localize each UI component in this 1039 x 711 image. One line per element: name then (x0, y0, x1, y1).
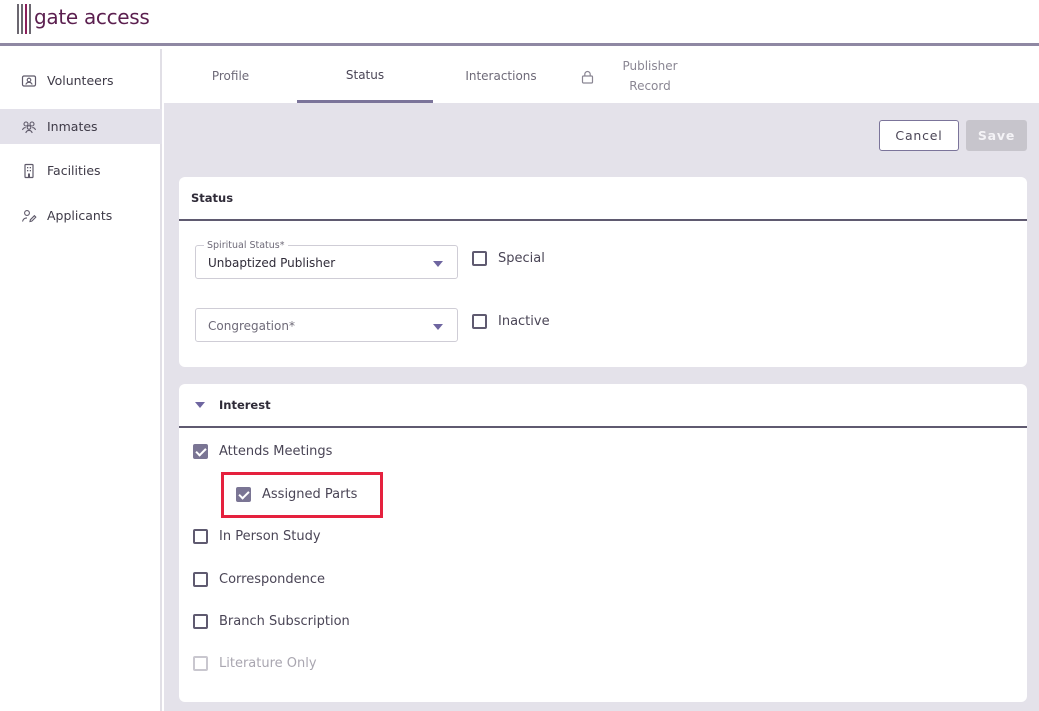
special-checkbox[interactable]: Special (472, 251, 545, 266)
checkbox-label: In Person Study (219, 529, 321, 544)
inactive-checkbox[interactable]: Inactive (472, 314, 550, 329)
card-title: Status (191, 191, 234, 205)
status-card-header: Status (179, 177, 1027, 221)
checkbox-box[interactable] (193, 444, 208, 459)
logo-text: gate access (34, 5, 150, 29)
attends-meetings-checkbox[interactable]: Attends Meetings (193, 444, 332, 459)
select-label: Spiritual Status* (204, 240, 288, 251)
sidebar-item-label: Applicants (47, 208, 113, 223)
tab-bar: Profile Status Interactions Publisher Re… (164, 49, 1039, 103)
tab-status[interactable]: Status (297, 49, 433, 103)
tab-label: Profile (211, 69, 250, 83)
sidebar-item-facilities[interactable]: Facilities (0, 153, 162, 188)
spiritual-status-select[interactable]: Spiritual Status* Unbaptized Publisher (195, 240, 458, 279)
in-person-study-checkbox[interactable]: In Person Study (193, 529, 321, 544)
literature-only-checkbox: Literature Only (193, 656, 317, 671)
checkbox-label: Special (498, 251, 545, 266)
user-edit-icon (21, 208, 37, 224)
interest-card-header[interactable]: Interest (179, 384, 1027, 428)
save-button[interactable]: Save (966, 120, 1027, 151)
card-title: Interest (219, 398, 271, 412)
checkbox-label: Correspondence (219, 572, 326, 587)
status-card: Status Spiritual Status* Unbaptized Publ… (179, 177, 1027, 367)
tab-interactions[interactable]: Interactions (433, 49, 569, 103)
checkbox-label: Literature Only (219, 656, 317, 671)
chevron-down-icon (433, 324, 443, 330)
checkbox-label: Inactive (498, 314, 550, 329)
sidebar-item-label: Volunteers (47, 73, 114, 88)
interest-card: Interest Attends Meetings Assigned Parts… (179, 384, 1027, 702)
checkbox-label: Attends Meetings (219, 444, 333, 459)
branch-subscription-checkbox[interactable]: Branch Subscription (193, 614, 350, 629)
tab-label-line1: Publisher (622, 59, 678, 73)
app-header: gate access (0, 0, 1039, 46)
checkbox-label: Branch Subscription (219, 614, 350, 629)
select-placeholder: Congregation* (208, 319, 295, 333)
tab-profile[interactable]: Profile (164, 49, 297, 103)
sidebar-item-label: Inmates (47, 119, 98, 134)
sidebar-item-volunteers[interactable]: Volunteers (0, 63, 162, 98)
checkbox-box[interactable] (472, 314, 487, 329)
checkbox-box (193, 656, 208, 671)
checkbox-box[interactable] (193, 529, 208, 544)
users-icon (21, 119, 37, 135)
chevron-down-icon[interactable] (195, 402, 205, 408)
building-icon (21, 163, 37, 179)
cancel-button[interactable]: Cancel (879, 120, 959, 151)
sidebar: Volunteers Inmates Facilities Applicants (0, 49, 162, 711)
tab-label: Status (345, 67, 385, 82)
sidebar-item-inmates[interactable]: Inmates (0, 109, 162, 144)
checkbox-box[interactable] (193, 614, 208, 629)
highlight-box (221, 472, 383, 518)
sidebar-item-applicants[interactable]: Applicants (0, 198, 162, 233)
congregation-select[interactable]: Congregation* (195, 308, 458, 342)
chevron-down-icon (433, 261, 443, 267)
correspondence-checkbox[interactable]: Correspondence (193, 572, 325, 587)
app-logo[interactable]: gate access (17, 4, 150, 36)
tab-label-line2: Record (629, 79, 671, 93)
checkbox-box[interactable] (193, 572, 208, 587)
checkbox-box[interactable] (472, 251, 487, 266)
lock-icon (581, 70, 594, 84)
tab-publisher-record[interactable]: Publisher Record (596, 49, 704, 103)
tab-label: Interactions (465, 69, 537, 83)
logo-bars-icon (17, 4, 31, 34)
select-value: Unbaptized Publisher (208, 256, 336, 270)
sidebar-item-label: Facilities (47, 163, 101, 178)
id-badge-icon (21, 73, 37, 89)
